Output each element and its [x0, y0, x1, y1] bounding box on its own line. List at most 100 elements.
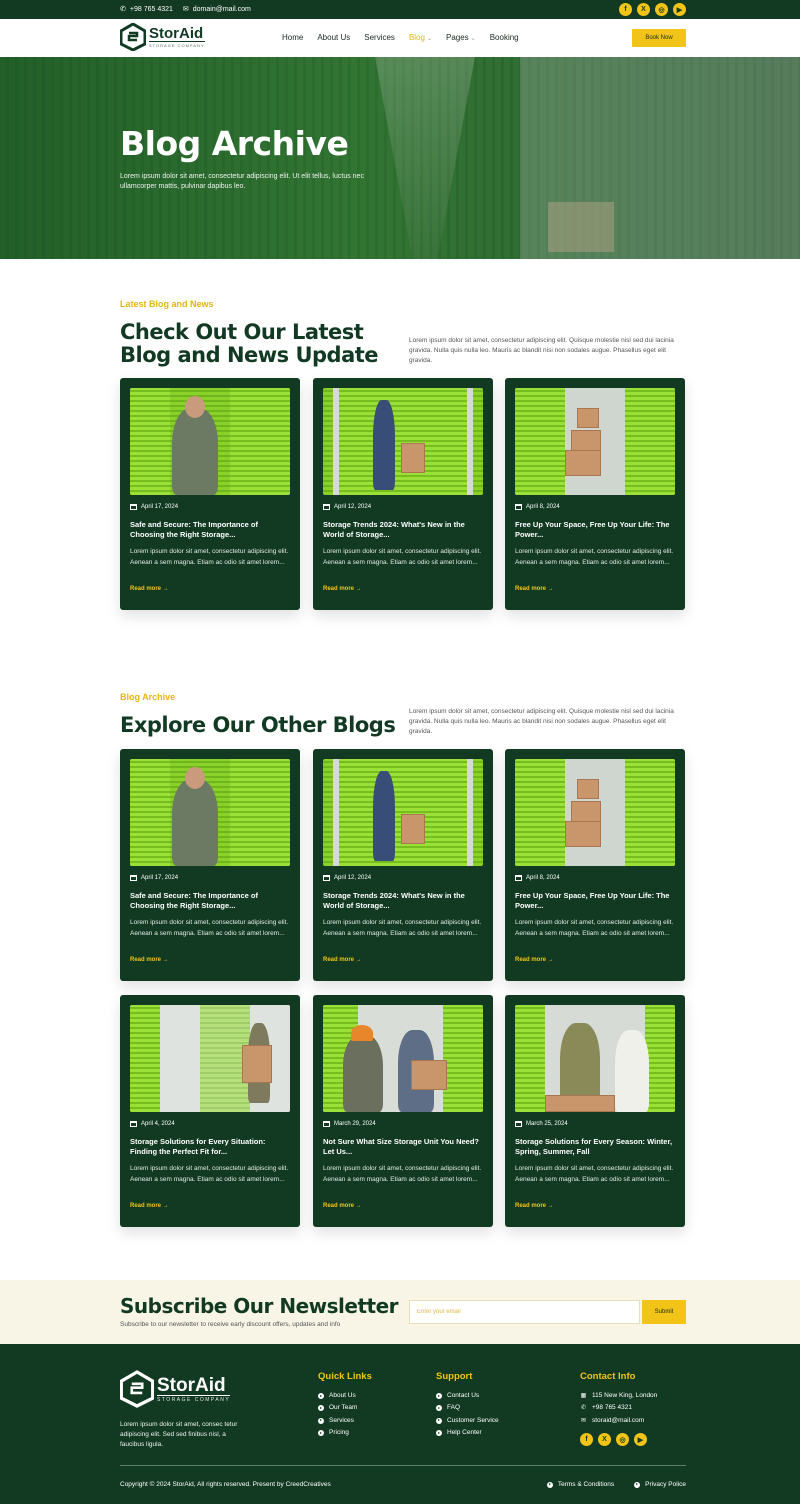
phone-contact[interactable]: ✆ +98 765 4321 — [120, 5, 173, 14]
blog-card-image[interactable] — [130, 388, 290, 495]
email-input[interactable] — [409, 1300, 640, 1324]
quick-link-label: Pricing — [329, 1428, 349, 1436]
post-title[interactable]: Safe and Secure: The Importance of Choos… — [130, 520, 290, 540]
blog-card[interactable]: March 29, 2024 Not Sure What Size Storage… — [313, 995, 493, 1227]
calendar-icon — [515, 504, 522, 510]
blog-card[interactable]: April 8, 2024 Free Up Your Space, Free Up… — [505, 378, 685, 610]
blog-card[interactable]: April 12, 2024 Storage Trends 2024: What'… — [313, 749, 493, 981]
archive-description: Lorem ipsum dolor sit amet, consectetur … — [409, 708, 674, 735]
calendar-icon — [130, 504, 137, 510]
nav-blog[interactable]: Blog ⌄ — [409, 33, 432, 42]
blog-card-image[interactable] — [323, 759, 483, 866]
phone-icon: ✆ — [580, 1405, 587, 1412]
post-title[interactable]: Free Up Your Space, Free Up Your Life: T… — [515, 520, 675, 540]
blog-card[interactable]: April 8, 2024 Free Up Your Space, Free Up… — [505, 749, 685, 981]
read-more-link[interactable]: Read more → — [515, 586, 554, 592]
facebook-icon[interactable]: f — [580, 1433, 593, 1446]
nav-pages-label: Pages — [445, 33, 469, 42]
post-date-text: April 8, 2024 — [526, 875, 560, 881]
instagram-icon[interactable]: ◎ — [655, 3, 668, 16]
top-bar: ✆ +98 765 4321 ✉ domain@mail.com f X ◎ ▶ — [0, 0, 800, 19]
read-more-link[interactable]: Read more → — [515, 957, 554, 963]
post-excerpt: Lorem ipsum dolor sit amet, consectetur … — [515, 919, 674, 937]
read-more-link[interactable]: Read more → — [130, 957, 169, 963]
contact-title: Contact Info — [580, 1371, 636, 1382]
newsletter-section: Subscribe Our Newsletter Subscribe to ou… — [0, 1280, 800, 1344]
x-icon[interactable]: X — [598, 1433, 611, 1446]
blog-card-image[interactable] — [130, 1005, 290, 1112]
top-contact: ✆ +98 765 4321 ✉ domain@mail.com — [120, 5, 251, 14]
support-link-item[interactable]: Help Center — [436, 1427, 499, 1439]
book-now-button[interactable]: Book Now — [632, 29, 686, 47]
logo-hexagon-icon — [120, 23, 146, 51]
post-date: April 12, 2024 — [323, 875, 371, 881]
footer-logo[interactable]: StorAid STORAGE COMPANY — [120, 1370, 231, 1408]
post-title[interactable]: Storage Trends 2024: What's New in the W… — [323, 520, 483, 540]
blog-card-image[interactable] — [323, 1005, 483, 1112]
x-icon[interactable]: X — [637, 3, 650, 16]
post-excerpt: Lorem ipsum dolor sit amet, consectetur … — [515, 548, 674, 566]
read-more-link[interactable]: Read more → — [323, 586, 362, 592]
privacy-link[interactable]: Privacy Police — [634, 1481, 686, 1488]
blog-card[interactable]: April 4, 2024 Storage Solutions for Every… — [120, 995, 300, 1227]
support-link-item[interactable]: FAQ — [436, 1402, 499, 1414]
blog-card-image[interactable] — [515, 759, 675, 866]
instagram-icon[interactable]: ◎ — [616, 1433, 629, 1446]
contact-phone-text: +98 765 4321 — [592, 1404, 632, 1412]
read-more-link[interactable]: Read more → — [323, 957, 362, 963]
contact-phone[interactable]: ✆ +98 765 4321 — [580, 1402, 657, 1414]
post-title[interactable]: Storage Solutions for Every Situation: F… — [130, 1137, 290, 1157]
arrow-circle-icon — [318, 1393, 324, 1400]
logo[interactable]: StorAid STORAGE COMPANY — [120, 23, 205, 51]
quick-link-item[interactable]: Our Team — [318, 1402, 372, 1414]
nav-about[interactable]: About Us — [317, 33, 350, 42]
legal-links: Terms & Conditions Privacy Police — [546, 1481, 686, 1488]
post-title[interactable]: Not Sure What Size Storage Unit You Need… — [323, 1137, 483, 1157]
post-title[interactable]: Safe and Secure: The Importance of Choos… — [130, 891, 290, 911]
post-title[interactable]: Storage Solutions for Every Season: Wint… — [515, 1137, 675, 1157]
post-date-text: March 29, 2024 — [334, 1121, 376, 1127]
post-date-text: April 4, 2024 — [141, 1121, 175, 1127]
blog-card[interactable]: April 17, 2024 Safe and Secure: The Impor… — [120, 749, 300, 981]
nav-pages[interactable]: Pages ⌄ — [446, 33, 476, 42]
email-contact[interactable]: ✉ domain@mail.com — [183, 5, 251, 14]
hero-text: Lorem ipsum dolor sit amet, consectetur … — [120, 173, 364, 190]
quick-link-item[interactable]: Services — [318, 1415, 372, 1427]
terms-link[interactable]: Terms & Conditions — [546, 1481, 614, 1488]
support-link-item[interactable]: Contact Us — [436, 1390, 499, 1402]
calendar-icon — [515, 1121, 522, 1127]
blog-card-image[interactable] — [515, 1005, 675, 1112]
read-more-link[interactable]: Read more → — [130, 1203, 169, 1209]
post-title[interactable]: Free Up Your Space, Free Up Your Life: T… — [515, 891, 675, 911]
contact-info: Contact Info ▦ 115 New King, London ✆ +98 … — [580, 1371, 657, 1427]
youtube-icon[interactable]: ▶ — [673, 3, 686, 16]
support-links: Support Contact Us FAQ Customer Service … — [436, 1371, 499, 1439]
post-title[interactable]: Storage Trends 2024: What's New in the W… — [323, 891, 483, 911]
blog-card[interactable]: April 17, 2024 Safe and Secure: The Impor… — [120, 378, 300, 610]
read-more-link[interactable]: Read more → — [323, 1203, 362, 1209]
quick-link-item[interactable]: Pricing — [318, 1427, 372, 1439]
quick-links-title: Quick Links — [318, 1371, 372, 1382]
nav-home[interactable]: Home — [282, 33, 303, 42]
submit-button[interactable]: Submit — [642, 1300, 686, 1324]
post-date-text: April 17, 2024 — [141, 875, 179, 881]
support-link-item[interactable]: Customer Service — [436, 1415, 499, 1427]
blog-card-image[interactable] — [323, 388, 483, 495]
calendar-icon — [323, 1121, 330, 1127]
footer-logo-name: StorAid — [157, 1374, 226, 1396]
nav-booking[interactable]: Booking — [490, 33, 519, 42]
post-date-text: April 8, 2024 — [526, 504, 560, 510]
blog-card[interactable]: March 25, 2024 Storage Solutions for Ever… — [505, 995, 685, 1227]
read-more-link[interactable]: Read more → — [130, 586, 169, 592]
blog-card[interactable]: April 12, 2024 Storage Trends 2024: What'… — [313, 378, 493, 610]
blog-card-image[interactable] — [130, 759, 290, 866]
post-date: April 17, 2024 — [130, 504, 178, 510]
read-more-link[interactable]: Read more → — [515, 1203, 554, 1209]
nav-services[interactable]: Services — [364, 33, 395, 42]
calendar-icon — [130, 875, 137, 881]
youtube-icon[interactable]: ▶ — [634, 1433, 647, 1446]
contact-email[interactable]: ✉ storaid@mail.com — [580, 1415, 657, 1427]
facebook-icon[interactable]: f — [619, 3, 632, 16]
blog-card-image[interactable] — [515, 388, 675, 495]
quick-link-item[interactable]: About Us — [318, 1390, 372, 1402]
